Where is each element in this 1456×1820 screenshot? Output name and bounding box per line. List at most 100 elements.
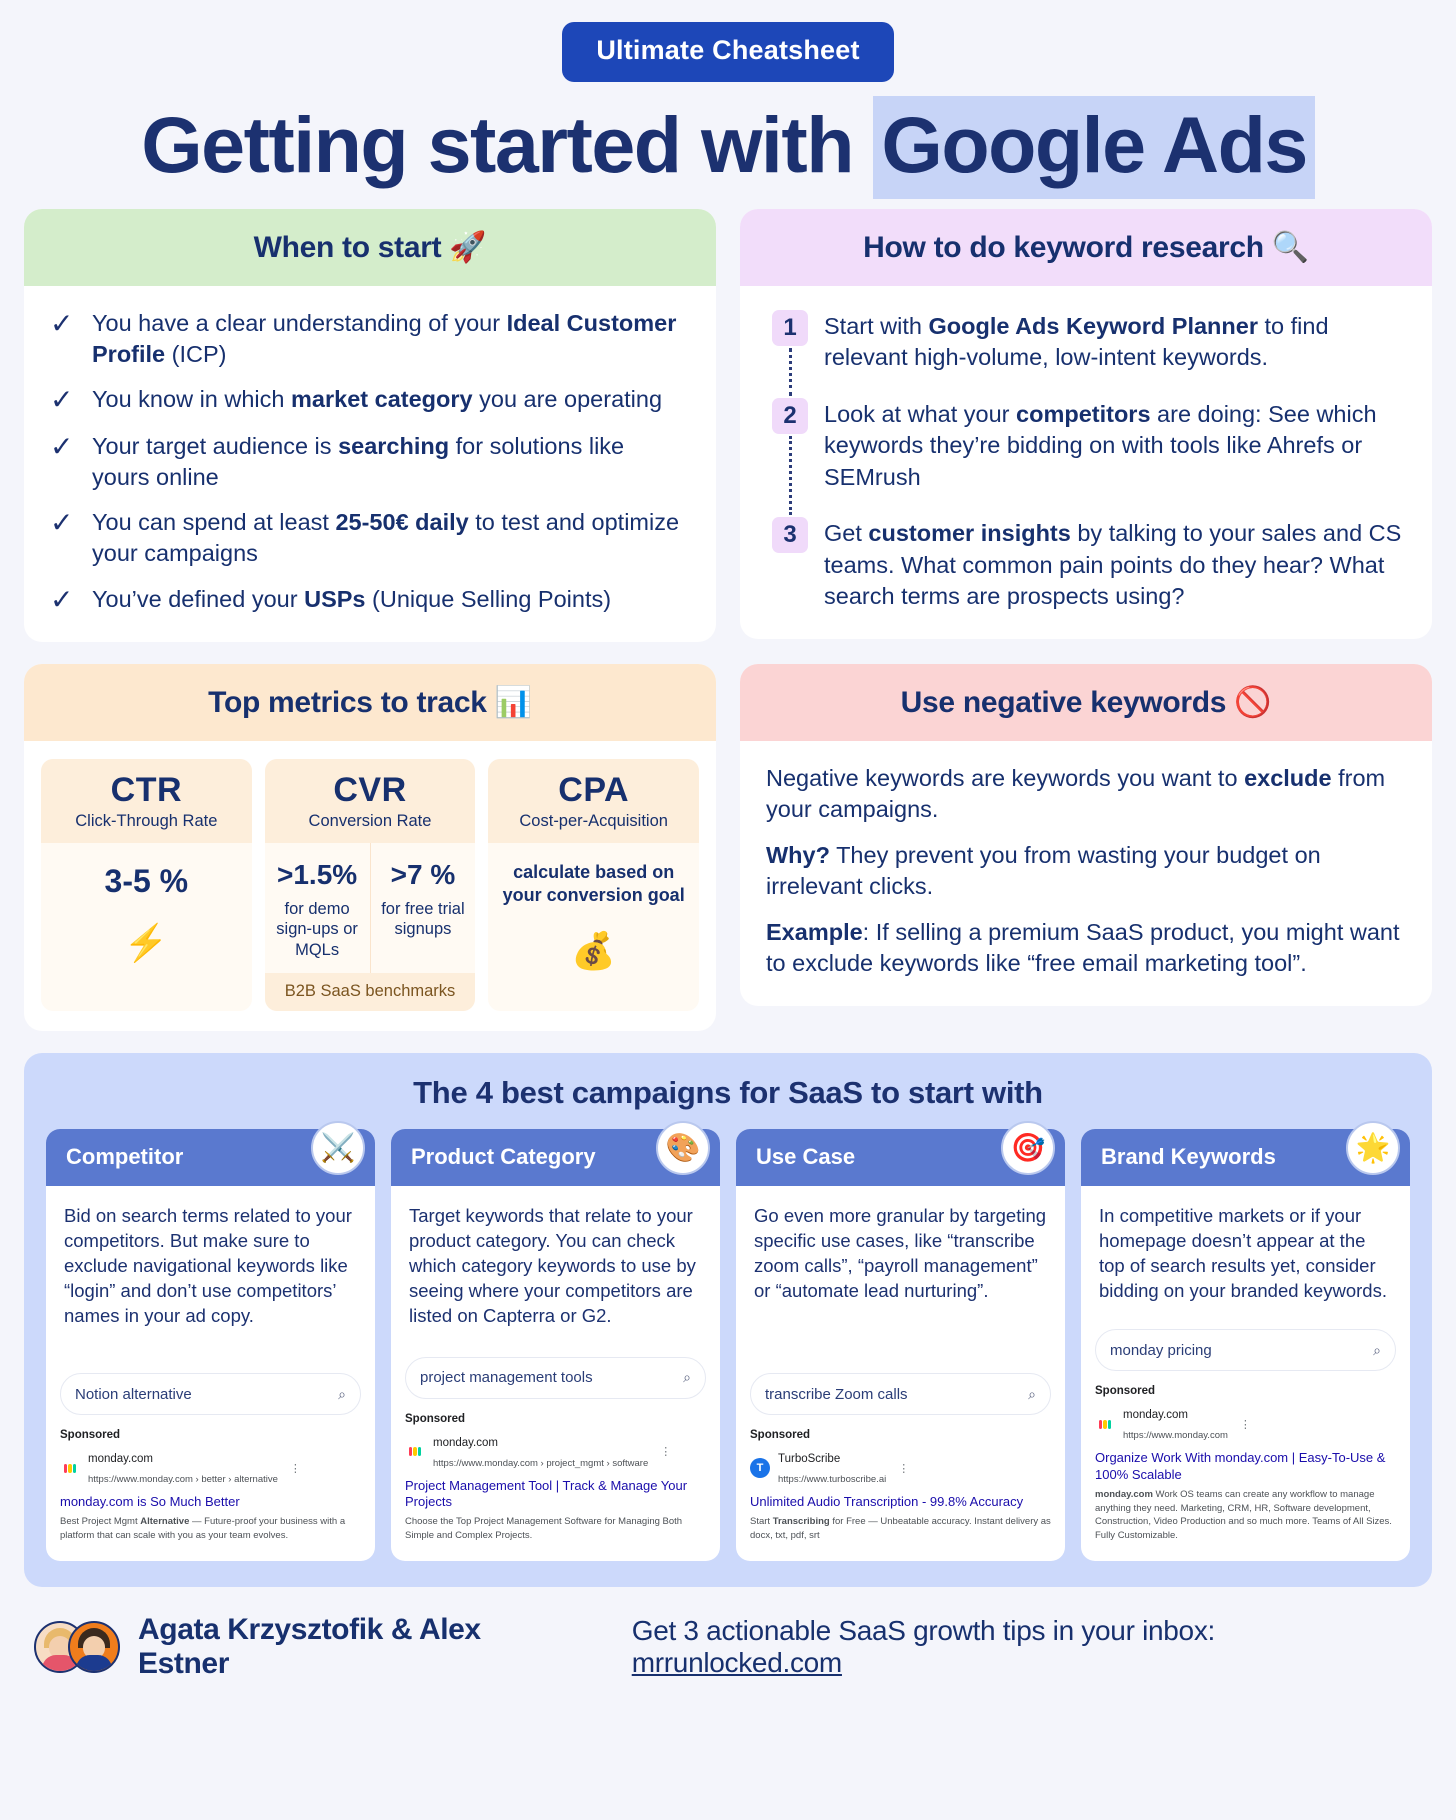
title-part-one: Getting started with <box>141 100 874 189</box>
campaign-card-title: Use Case <box>756 1143 856 1169</box>
serp-source-text: monday.com https://www.monday.com <box>1123 1404 1228 1444</box>
keyword-step: 1 Start with Google Ads Keyword Planner t… <box>772 309 1406 396</box>
text-bold: Transcribing <box>772 1516 830 1528</box>
text-bold: market category <box>291 386 473 413</box>
text-bold: customer insights <box>868 520 1071 547</box>
text-post: They prevent you from wasting your budge… <box>766 841 1321 900</box>
search-icon[interactable]: ⌕ <box>1373 1342 1381 1359</box>
column-right-top: How to do keyword research 🔍 1 Start with… <box>740 208 1432 639</box>
serp-description: Choose the Top Project Management Softwa… <box>405 1515 706 1543</box>
text-bold: 25-50€ daily <box>335 509 469 536</box>
campaign-card-title: Brand Keywords <box>1101 1143 1276 1169</box>
when-to-start-heading: When to start <box>253 230 442 264</box>
campaigns-title: The 4 best campaigns for SaaS to start w… <box>413 1074 1043 1110</box>
metric-cvr-split: >1.5% for demo sign-ups or MQLs >7 % for… <box>265 842 476 973</box>
checklist-item-text: You know in which market category you ar… <box>92 384 662 416</box>
campaigns-section: The 4 best campaigns for SaaS to start w… <box>24 1052 1432 1587</box>
campaign-card-header: Brand Keywords 🌟 <box>1081 1120 1410 1186</box>
serp-source: monday.com https://www.monday.com ⋮ <box>1095 1404 1396 1444</box>
text-pre: Get <box>824 520 869 547</box>
badge-container: Ultimate Cheatsheet <box>24 0 1432 82</box>
more-options-icon[interactable]: ⋮ <box>1240 1418 1251 1431</box>
text-post: you are operating <box>472 386 663 413</box>
campaign-card-title: Competitor <box>66 1143 184 1169</box>
text-pre: Best Project Mgmt <box>60 1516 141 1528</box>
serp-headline[interactable]: monday.com is So Much Better <box>60 1494 361 1510</box>
checklist-item: ✓ You know in which market category you a… <box>50 384 686 416</box>
serp-source: monday.com https://www.monday.com › proje… <box>405 1432 706 1472</box>
text-pre: You can spend at least <box>92 509 336 536</box>
avatar-alex-body <box>76 1654 112 1671</box>
when-to-start-card: When to start 🚀 ✓ You have a clear unders… <box>24 208 716 642</box>
metric-ctr-header: CTR Click-Through Rate <box>41 758 252 843</box>
campaign-card-body: In competitive markets or if your homepa… <box>1081 1186 1410 1304</box>
campaign-icon: 🎯 <box>1001 1120 1055 1175</box>
monday-logo-icon <box>1098 1419 1112 1429</box>
serp-preview: transcribe Zoom calls ⌕ Sponsored T TurboScr… <box>736 1347 1065 1561</box>
more-options-icon[interactable]: ⋮ <box>660 1445 671 1458</box>
search-input[interactable]: monday pricing ⌕ <box>1095 1329 1396 1372</box>
check-icon: ✓ <box>50 583 74 615</box>
search-input[interactable]: project management tools ⌕ <box>405 1356 706 1399</box>
check-icon: ✓ <box>50 430 74 462</box>
campaign-card: Competitor ⚔️ Bid on search terms related … <box>46 1120 375 1561</box>
monday-logo-icon <box>408 1447 422 1457</box>
serp-domain: monday.com <box>433 1436 498 1449</box>
serp-headline[interactable]: Organize Work With monday.com | Easy-To-… <box>1095 1450 1396 1483</box>
avatar-alex <box>68 1620 120 1673</box>
text-bold: Alternative <box>140 1516 190 1528</box>
serp-headline[interactable]: Project Management Tool | Track & Manage… <box>405 1478 706 1511</box>
sponsored-label: Sponsored <box>750 1429 811 1442</box>
checklist-item: ✓ You can spend at least 25-50€ daily to … <box>50 507 686 570</box>
serp-source-text: monday.com https://www.monday.com › proje… <box>433 1432 648 1472</box>
search-query-text: monday pricing <box>1110 1341 1212 1359</box>
campaign-description: Bid on search terms related to your comp… <box>64 1204 352 1327</box>
text-bold: USPs <box>304 585 366 612</box>
favicon <box>405 1441 425 1462</box>
search-icon[interactable]: ⌕ <box>338 1386 346 1403</box>
newsletter-link[interactable]: mrrunlocked.com <box>632 1647 843 1678</box>
metric-ctr-abbr: CTR <box>110 770 183 809</box>
search-icon[interactable]: ⌕ <box>1028 1386 1036 1403</box>
metrics-card: Top metrics to track 📊 CTR Click-Through… <box>24 663 716 1031</box>
campaign-description: Go even more granular by targeting speci… <box>754 1204 1047 1302</box>
cheatsheet-page: Ultimate Cheatsheet Getting started with… <box>0 0 1456 1820</box>
search-input[interactable]: Notion alternative ⌕ <box>60 1373 361 1416</box>
more-options-icon[interactable]: ⋮ <box>898 1462 909 1475</box>
checklist-item: ✓ Your target audience is searching for s… <box>50 431 686 494</box>
text-bold: exclude <box>1244 764 1332 791</box>
metric-ctr-value: 3-5 % <box>104 862 189 899</box>
checklist-item-text: You can spend at least 25-50€ daily to t… <box>92 507 686 570</box>
metric-cpa-value: calculate based on your conversion goal <box>502 861 685 906</box>
metric-cvr-abbr: CVR <box>333 770 407 809</box>
metric-ctr-body: 3-5 % ⚡ <box>41 843 252 1011</box>
negative-keywords-paragraph: Negative keywords are keywords you want … <box>766 763 1406 826</box>
keyword-research-heading: How to do keyword research <box>863 230 1264 264</box>
newsletter-cta-text: Get 3 actionable SaaS growth tips in you… <box>631 1614 1216 1646</box>
sponsored-label: Sponsored <box>405 1412 466 1425</box>
text-pre: Choose the Top Project Management Softwa… <box>405 1516 683 1542</box>
metric-cvr-demo-label: for demo sign-ups or MQLs <box>276 899 358 960</box>
search-query-text: Notion alternative <box>75 1385 192 1403</box>
search-input[interactable]: transcribe Zoom calls ⌕ <box>750 1373 1051 1416</box>
campaign-icon: 🌟 <box>1346 1120 1400 1175</box>
metrics-header: Top metrics to track 📊 <box>24 663 716 741</box>
sponsored-label: Sponsored <box>60 1429 121 1442</box>
bar-chart-icon: 📊 <box>494 685 532 719</box>
metric-ctr: CTR Click-Through Rate 3-5 % ⚡ <box>41 758 252 1011</box>
footer: Agata Krzysztofik & Alex Estner Get 3 ac… <box>24 1587 1432 1681</box>
author-names: Agata Krzysztofik & Alex Estner <box>138 1612 481 1680</box>
search-query-text: project management tools <box>420 1369 593 1387</box>
more-options-icon[interactable]: ⋮ <box>290 1462 301 1475</box>
metric-cvr-full: Conversion Rate <box>308 811 432 830</box>
search-icon[interactable]: ⌕ <box>683 1369 691 1386</box>
serp-headline[interactable]: Unlimited Audio Transcription - 99.8% Ac… <box>750 1494 1051 1510</box>
text-bold: Example <box>766 918 863 945</box>
campaign-card-header: Product Category 🎨 <box>391 1120 720 1186</box>
metric-cvr-note: B2B SaaS benchmarks <box>264 972 476 1011</box>
serp-description: Best Project Mgmt Alternative — Future-p… <box>60 1515 361 1543</box>
campaign-card-body: Bid on search terms related to your comp… <box>46 1186 375 1329</box>
row-top: When to start 🚀 ✓ You have a clear unders… <box>24 208 1432 642</box>
text-bold: searching <box>338 432 450 459</box>
text-pre: Your target audience is <box>92 432 339 459</box>
